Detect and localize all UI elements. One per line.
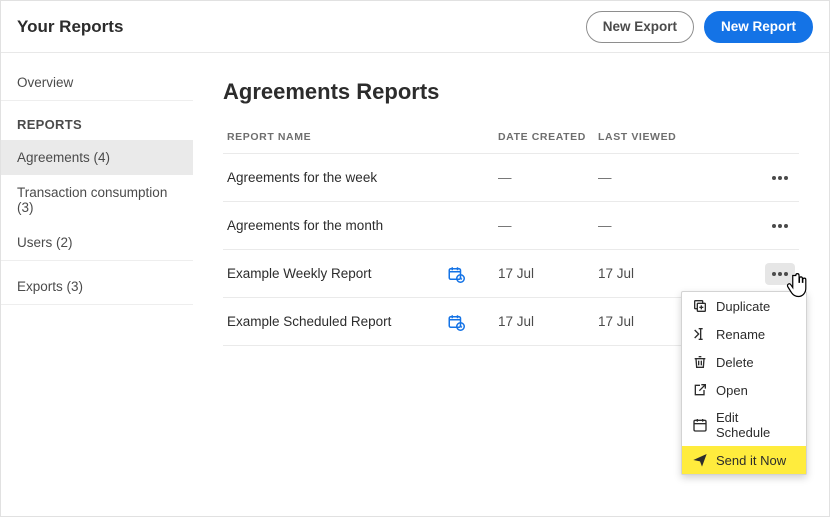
sidebar-item-users[interactable]: Users (2) (1, 225, 193, 261)
menu-item-open[interactable]: Open (682, 376, 806, 404)
row-actions-menu: Duplicate Rename Delete Open Edit Schedu… (681, 291, 807, 475)
menu-item-label: Edit Schedule (716, 410, 796, 440)
col-header-actions (708, 131, 799, 143)
header: Your Reports New Export New Report (1, 1, 829, 53)
col-header-last-viewed: LAST VIEWED (598, 131, 708, 143)
menu-item-edit-schedule[interactable]: Edit Schedule (682, 404, 806, 446)
date-created-cell: 17 Jul (498, 266, 598, 281)
menu-item-label: Delete (716, 355, 754, 370)
ellipsis-icon (771, 223, 789, 229)
menu-item-duplicate[interactable]: Duplicate (682, 292, 806, 320)
date-created-cell: — (498, 170, 598, 185)
report-name: Example Scheduled Report (227, 314, 407, 329)
new-export-button[interactable]: New Export (586, 11, 694, 43)
more-actions-button[interactable] (765, 167, 795, 189)
sidebar-item-transaction-consumption[interactable]: Transaction consumption (3) (1, 175, 193, 225)
report-name: Example Weekly Report (227, 266, 407, 281)
table-row[interactable]: Agreements for the month — — (223, 202, 799, 250)
main-title: Agreements Reports (223, 79, 799, 105)
sidebar-item-agreements[interactable]: Agreements (4) (1, 140, 193, 175)
table-header: REPORT NAME DATE CREATED LAST VIEWED (223, 123, 799, 154)
menu-item-delete[interactable]: Delete (682, 348, 806, 376)
col-header-date-created: DATE CREATED (498, 131, 598, 143)
send-icon (692, 452, 708, 468)
menu-item-rename[interactable]: Rename (682, 320, 806, 348)
rename-icon (692, 326, 708, 342)
menu-item-label: Send it Now (716, 453, 786, 468)
menu-item-label: Duplicate (716, 299, 770, 314)
col-header-name: REPORT NAME (223, 131, 498, 143)
more-actions-button[interactable] (765, 263, 795, 285)
last-viewed-cell: — (598, 170, 708, 185)
new-report-button[interactable]: New Report (704, 11, 813, 43)
table-row[interactable]: Agreements for the week — — (223, 154, 799, 202)
sidebar-item-exports[interactable]: Exports (3) (1, 269, 193, 305)
menu-item-label: Open (716, 383, 748, 398)
sidebar-section-reports: REPORTS (1, 101, 193, 140)
page-title: Your Reports (17, 17, 586, 37)
last-viewed-cell: — (598, 218, 708, 233)
menu-item-label: Rename (716, 327, 765, 342)
trash-icon (692, 354, 708, 370)
calendar-icon (692, 417, 708, 433)
calendar-schedule-icon (447, 313, 465, 331)
sidebar-item-overview[interactable]: Overview (1, 65, 193, 101)
report-name: Agreements for the week (227, 170, 407, 185)
ellipsis-icon (771, 175, 789, 181)
date-created-cell: 17 Jul (498, 314, 598, 329)
report-name: Agreements for the month (227, 218, 407, 233)
header-actions: New Export New Report (586, 11, 813, 43)
open-icon (692, 382, 708, 398)
ellipsis-icon (771, 271, 789, 277)
menu-item-send-it-now[interactable]: Send it Now (682, 446, 806, 474)
date-created-cell: — (498, 218, 598, 233)
last-viewed-cell: 17 Jul (598, 266, 708, 281)
more-actions-button[interactable] (765, 215, 795, 237)
calendar-schedule-icon (447, 265, 465, 283)
sidebar: Overview REPORTS Agreements (4) Transact… (1, 53, 193, 516)
duplicate-icon (692, 298, 708, 314)
